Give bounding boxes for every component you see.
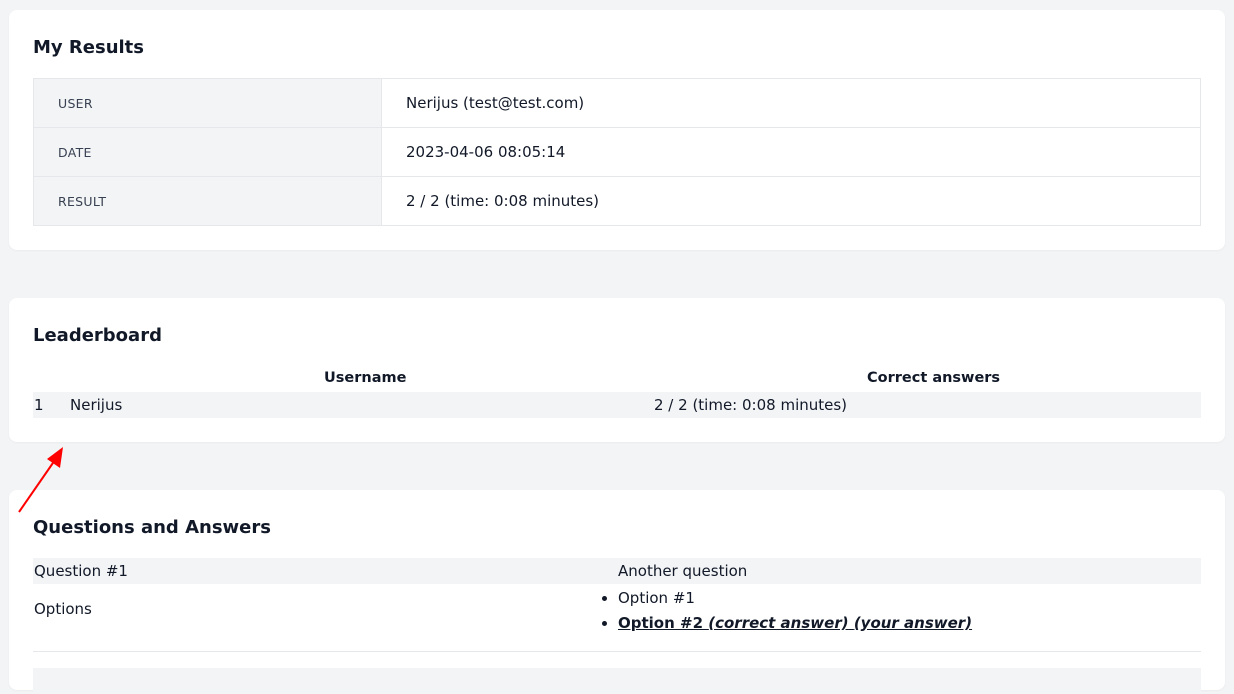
my-results-title: My Results — [33, 37, 144, 58]
my-results-table: USER Nerijus (test@test.com) DATE 2023-0… — [33, 78, 1201, 226]
list-item: Option #2 (correct answer) (your answer) — [618, 611, 972, 636]
username-cell: Nerijus — [70, 396, 123, 414]
your-answer-tag: (your answer) — [853, 614, 973, 632]
question-label: Question #1 — [34, 562, 128, 580]
leaderboard-header-row: Username Correct answers — [33, 370, 1201, 390]
leaderboard-card: Leaderboard Username Correct answers 1 N… — [9, 298, 1225, 442]
correct-answers-column-header: Correct answers — [867, 370, 1001, 386]
table-row: DATE 2023-04-06 08:05:14 — [33, 127, 1201, 177]
rank-cell: 1 — [34, 396, 44, 414]
correct-answers-cell: 2 / 2 (time: 0:08 minutes) — [654, 396, 848, 414]
questions-answers-title: Questions and Answers — [33, 517, 271, 538]
my-results-card: My Results USER Nerijus (test@test.com) … — [9, 10, 1225, 250]
question-row: Question #1 Another question — [33, 558, 1201, 584]
options-list: Option #1 Option #2 (correct answer) (yo… — [600, 586, 972, 636]
option-text: Option #2 — [618, 614, 704, 632]
user-value: Nerijus (test@test.com) — [381, 78, 1201, 128]
question-text: Another question — [618, 562, 748, 580]
table-row: 1 Nerijus 2 / 2 (time: 0:08 minutes) — [33, 392, 1201, 418]
option-text: Option #1 — [618, 589, 695, 607]
username-column-header: Username — [324, 370, 407, 386]
questions-answers-card: Questions and Answers Question #1 Anothe… — [9, 490, 1225, 694]
user-label: USER — [33, 78, 382, 128]
result-label: RESULT — [33, 176, 382, 226]
next-question-row — [33, 668, 1201, 694]
divider — [33, 651, 1201, 652]
options-label: Options — [34, 600, 92, 618]
table-row: RESULT 2 / 2 (time: 0:08 minutes) — [33, 176, 1201, 226]
result-value: 2 / 2 (time: 0:08 minutes) — [381, 176, 1201, 226]
list-item: Option #1 — [618, 586, 972, 611]
date-label: DATE — [33, 127, 382, 177]
correct-answer-tag: (correct answer) — [708, 614, 849, 632]
date-value: 2023-04-06 08:05:14 — [381, 127, 1201, 177]
leaderboard-title: Leaderboard — [33, 325, 162, 346]
table-row: USER Nerijus (test@test.com) — [33, 78, 1201, 128]
